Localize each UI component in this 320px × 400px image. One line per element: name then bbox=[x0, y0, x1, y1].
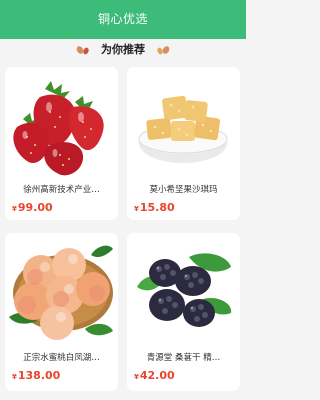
strawberry-image bbox=[5, 67, 118, 179]
product-name: 徐州高新技术产业… bbox=[23, 185, 100, 195]
product-card[interactable]: 徐州高新技术产业… ¥99.00 bbox=[5, 67, 118, 220]
peach-image bbox=[5, 233, 118, 345]
product-card[interactable]: 莫小希坚果沙琪玛 ¥15.80 bbox=[127, 67, 240, 220]
product-name: 正宗水蜜桃白凤湖… bbox=[23, 353, 100, 363]
price-value: 15.80 bbox=[139, 201, 175, 214]
price-value: 42.00 bbox=[139, 369, 175, 382]
price-value: 138.00 bbox=[17, 369, 61, 382]
product-price: ¥99.00 bbox=[12, 200, 53, 216]
product-price: ¥138.00 bbox=[12, 368, 60, 384]
page-title: 铜心优选 bbox=[97, 12, 148, 26]
product-card[interactable]: 青源堂 桑葚干 精… ¥42.00 bbox=[127, 233, 240, 391]
currency-symbol: ¥ bbox=[134, 205, 139, 213]
currency-symbol: ¥ bbox=[12, 373, 17, 381]
price-value: 99.00 bbox=[17, 201, 53, 214]
currency-symbol: ¥ bbox=[12, 205, 17, 213]
product-name: 青源堂 桑葚干 精… bbox=[146, 353, 221, 363]
mulberry-image bbox=[127, 233, 240, 345]
currency-symbol: ¥ bbox=[134, 373, 139, 381]
bean-decoration-icon bbox=[157, 46, 170, 55]
product-price: ¥15.80 bbox=[134, 200, 175, 216]
product-name: 莫小希坚果沙琪玛 bbox=[149, 185, 218, 195]
section-title: 为你推荐 bbox=[101, 43, 145, 56]
app-screen: 铜心优选 为你推荐 徐州高新技术产业… ¥99.00 莫小希坚果沙琪玛 ¥15.… bbox=[0, 0, 246, 400]
header-bar: 铜心优选 bbox=[0, 0, 246, 39]
sachima-image bbox=[127, 67, 240, 179]
recommend-section-header: 为你推荐 bbox=[0, 40, 246, 62]
product-card[interactable]: 正宗水蜜桃白凤湖… ¥138.00 bbox=[5, 233, 118, 391]
product-price: ¥42.00 bbox=[134, 368, 175, 384]
